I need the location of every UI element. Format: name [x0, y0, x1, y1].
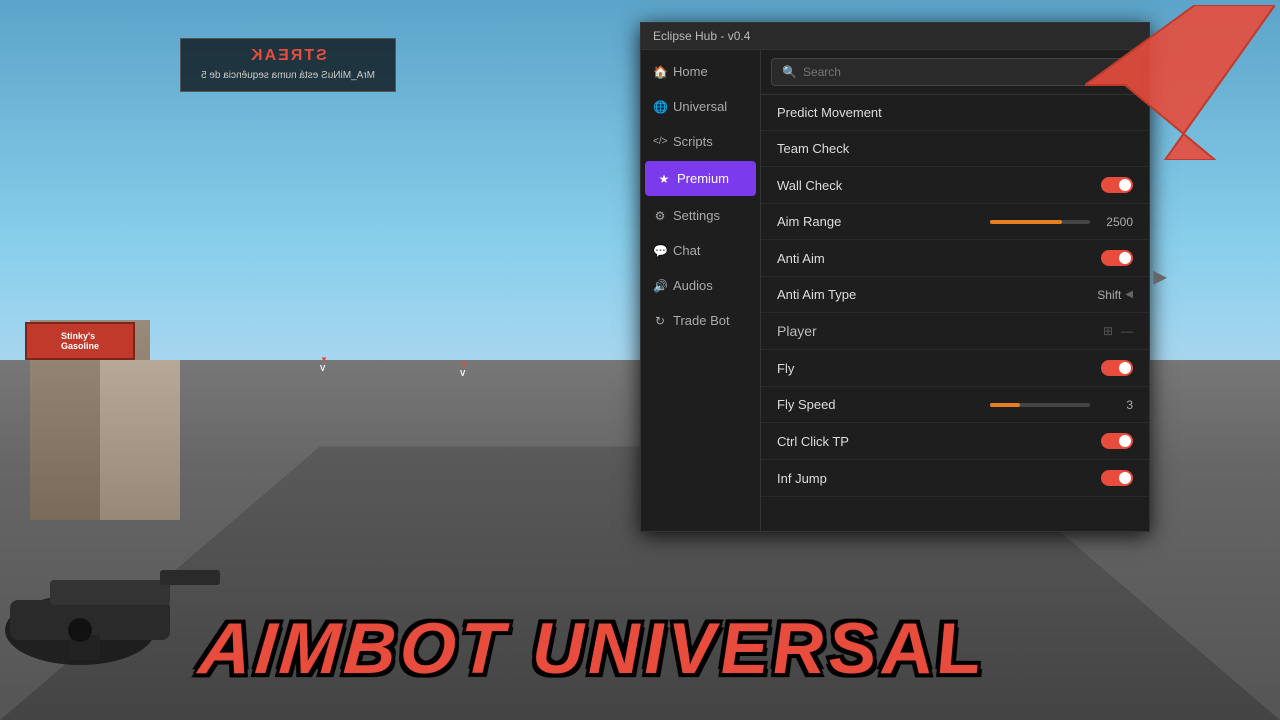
row-anti-aim[interactable]: Anti Aim [761, 240, 1149, 277]
team-check-label: Team Check [777, 141, 849, 156]
row-fly-speed[interactable]: Fly Speed 3 [761, 387, 1149, 423]
sidebar-label-audios: Audios [673, 278, 713, 293]
aim-range-label: Aim Range [777, 214, 841, 229]
sidebar-label-home: Home [673, 64, 708, 79]
wall-check-label: Wall Check [777, 178, 842, 193]
red-arrow [1085, 5, 1275, 165]
anti-aim-type-value: Shift [1097, 288, 1121, 302]
row-inf-jump[interactable]: Inf Jump [761, 460, 1149, 497]
premium-icon: ★ [657, 172, 671, 186]
anti-aim-toggle[interactable] [1101, 250, 1133, 266]
scripts-icon: </> [653, 136, 667, 147]
row-ctrl-click-tp[interactable]: Ctrl Click TP [761, 423, 1149, 460]
sidebar-label-chat: Chat [673, 243, 700, 258]
building-2 [100, 360, 180, 520]
fly-speed-fill [990, 403, 1020, 407]
universal-icon: 🌐 [653, 100, 667, 114]
section-player: Player ⊞ — [761, 313, 1149, 350]
aim-range-value: 2500 [1098, 215, 1133, 229]
player-section-label: Player [777, 323, 817, 339]
hub-title: Eclipse Hub - v0.4 [653, 29, 750, 43]
ctrl-click-tp-toggle[interactable] [1101, 433, 1133, 449]
predict-movement-label: Predict Movement [777, 105, 882, 120]
fly-label: Fly [777, 361, 794, 376]
sidebar-item-chat[interactable]: 💬 Chat [641, 233, 760, 268]
anti-aim-type-select[interactable]: Shift ◀ [1097, 288, 1133, 302]
sidebar-label-universal: Universal [673, 99, 727, 114]
anti-aim-label: Anti Aim [777, 251, 825, 266]
aimbot-title: AIMBOT UNIVERSAL [195, 609, 988, 691]
tradebot-icon: ↻ [653, 314, 667, 328]
home-icon: 🏠 [653, 65, 667, 79]
player-marker-1: ▼ V [320, 355, 328, 373]
section-expand-icon[interactable]: ⊞ [1103, 324, 1113, 338]
fly-speed-track[interactable] [990, 403, 1090, 407]
store-sign: Stinky'sGasoline [25, 322, 135, 360]
row-aim-range[interactable]: Aim Range 2500 [761, 204, 1149, 240]
row-anti-aim-type[interactable]: Anti Aim Type Shift ◀ [761, 277, 1149, 313]
wall-check-toggle[interactable] [1101, 177, 1133, 193]
fly-speed-slider-container: 3 [836, 398, 1133, 412]
sidebar-item-tradebot[interactable]: ↻ Trade Bot [641, 303, 760, 338]
aim-range-fill [990, 220, 1062, 224]
sidebar-label-scripts: Scripts [673, 134, 713, 149]
sidebar-item-audios[interactable]: 🔊 Audios [641, 268, 760, 303]
fly-speed-value: 3 [1098, 398, 1133, 412]
player-marker-2: ▼ V [460, 360, 468, 378]
store-sign-text: Stinky'sGasoline [61, 331, 99, 351]
hub-body: 🏠 Home 🌐 Universal </> Scripts ★ Premium… [641, 50, 1149, 531]
aim-range-track[interactable] [990, 220, 1090, 224]
row-fly[interactable]: Fly [761, 350, 1149, 387]
sidebar-item-settings[interactable]: ⚙ Settings [641, 198, 760, 233]
gun-silhouette [0, 540, 250, 670]
chat-icon: 💬 [653, 244, 667, 258]
select-arrow-icon: ◀ [1125, 289, 1133, 300]
search-icon: 🔍 [782, 65, 797, 79]
sidebar-item-universal[interactable]: 🌐 Universal [641, 89, 760, 124]
audios-icon: 🔊 [653, 279, 667, 293]
ctrl-click-tp-label: Ctrl Click TP [777, 434, 849, 449]
streak-banner: STREAK MrA_MiNuS está numa sequência de … [180, 38, 396, 92]
sidebar-label-tradebot: Trade Bot [673, 313, 730, 328]
sidebar-item-premium[interactable]: ★ Premium [645, 161, 756, 196]
fly-speed-label: Fly Speed [777, 397, 836, 412]
search-input[interactable] [803, 65, 1128, 79]
settings-icon: ⚙ [653, 209, 667, 223]
anti-aim-type-label: Anti Aim Type [777, 287, 856, 302]
search-wrapper: 🔍 [771, 58, 1139, 86]
sidebar-item-scripts[interactable]: </> Scripts [641, 124, 760, 159]
sidebar: 🏠 Home 🌐 Universal </> Scripts ★ Premium… [641, 50, 761, 531]
streak-title: STREAK [249, 47, 327, 65]
sidebar-label-premium: Premium [677, 171, 729, 186]
streak-subtitle: MrA_MiNuS está numa sequência de 5 [201, 70, 375, 81]
fly-toggle[interactable] [1101, 360, 1133, 376]
inf-jump-label: Inf Jump [777, 471, 827, 486]
sidebar-item-home[interactable]: 🏠 Home [641, 54, 760, 89]
inf-jump-toggle[interactable] [1101, 470, 1133, 486]
hub-titlebar: Eclipse Hub - v0.4 [641, 23, 1149, 50]
aim-range-slider-container: 2500 [841, 215, 1133, 229]
section-header-icons: ⊞ — [1103, 324, 1133, 338]
hub-panel: Eclipse Hub - v0.4 🏠 Home 🌐 Universal </… [640, 22, 1150, 532]
sidebar-label-settings: Settings [673, 208, 720, 223]
row-wall-check[interactable]: Wall Check [761, 167, 1149, 204]
section-collapse-icon[interactable]: — [1121, 324, 1133, 338]
